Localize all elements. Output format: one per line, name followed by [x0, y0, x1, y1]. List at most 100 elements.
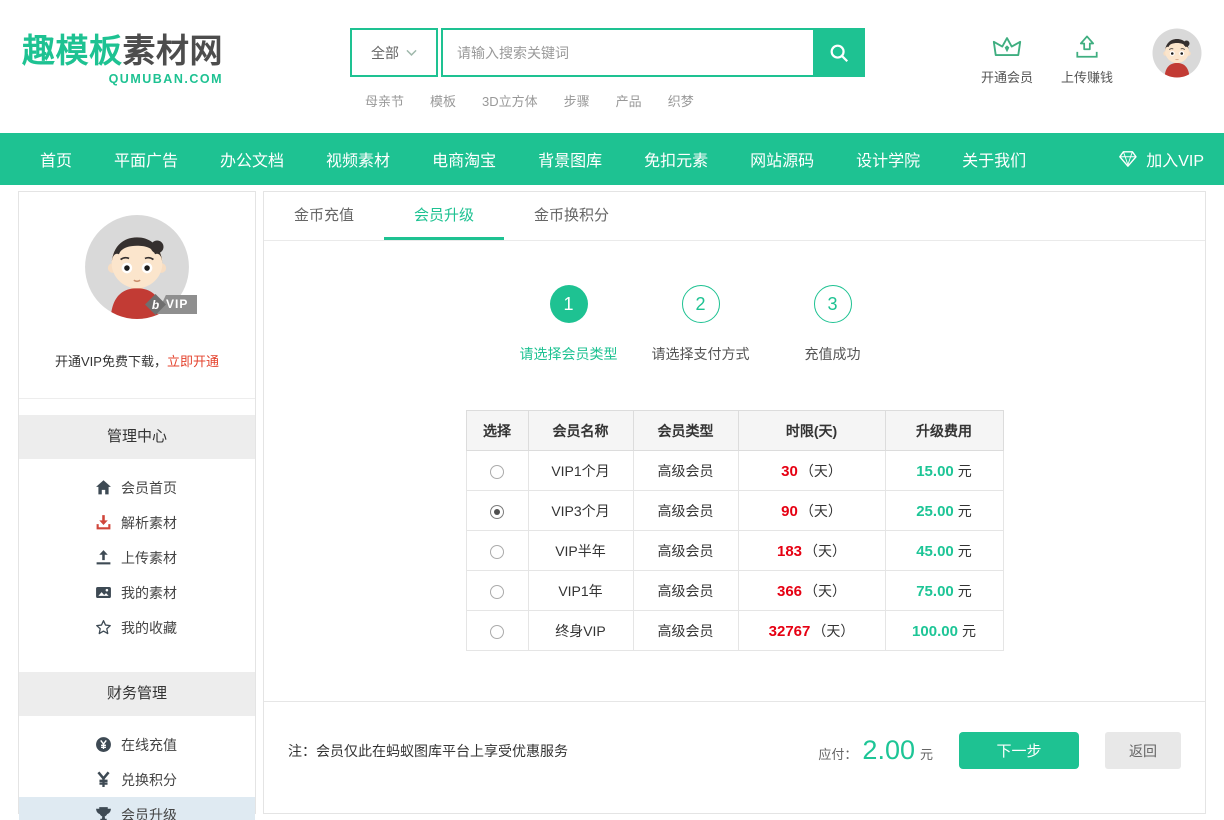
hot-keyword-link[interactable]: 3D立方体	[482, 91, 538, 110]
sidebar-item[interactable]: 我的收藏	[19, 610, 255, 645]
sidebar-avatar-box: b VIP	[19, 192, 255, 325]
sidebar-sections: 管理中心会员首页解析素材上传素材我的素材我的收藏财务管理在线充值兑换积分会员升级…	[19, 415, 255, 820]
price-cell: 45.00元	[885, 531, 1003, 571]
member-type-cell: 高级会员	[633, 491, 738, 531]
vip-note: 开通VIP免费下载，立即开通	[19, 351, 255, 399]
nav-item[interactable]: 关于我们	[962, 147, 1026, 171]
search-button[interactable]	[813, 28, 865, 77]
open-vip-now-link[interactable]: 立即开通	[167, 354, 219, 369]
days-value: 30	[781, 463, 798, 480]
service-note: 注：会员仅此在蚂蚁图库平台上享受优惠服务	[288, 741, 818, 761]
vip-table-head-row: 选择会员名称会员类型时限(天)升级费用	[466, 411, 1003, 451]
step-label: 充值成功	[767, 344, 899, 364]
steps: 1请选择会员类型2请选择支付方式3充值成功	[230, 285, 1171, 364]
user-avatar[interactable]	[1152, 28, 1202, 78]
vip-note-text: 开通VIP免费下载，	[55, 354, 167, 369]
divider	[264, 701, 1205, 702]
price-value: 75.00	[916, 583, 954, 600]
step: 3 充值成功	[767, 285, 899, 364]
member-name-cell: VIP1年	[528, 571, 633, 611]
nav-item[interactable]: 办公文档	[220, 147, 284, 171]
days-value: 366	[777, 583, 802, 600]
sidebar-item[interactable]: 我的素材	[19, 575, 255, 610]
next-step-button[interactable]: 下一步	[959, 732, 1079, 769]
search-area: 全部 母亲节 模板 3D立方体 步骤 产品 织梦	[350, 28, 865, 110]
sidebar-menu: 会员首页解析素材上传素材我的素材我的收藏	[19, 459, 255, 656]
star-icon	[95, 619, 112, 636]
tab-coin-recharge[interactable]: 金币充值	[264, 192, 384, 240]
crown-icon	[991, 30, 1023, 64]
sidebar-item-label: 兑换积分	[121, 770, 177, 790]
radio-button[interactable]	[490, 585, 504, 599]
radio-button[interactable]	[490, 545, 504, 559]
table-header-cell: 升级费用	[885, 411, 1003, 451]
sidebar-item-label: 在线充值	[121, 735, 177, 755]
open-vip-action[interactable]: 开通会员	[978, 30, 1036, 86]
sidebar-item[interactable]: 在线充值	[19, 727, 255, 762]
top-actions: 开通会员 上传赚钱	[978, 30, 1202, 86]
content-area: b VIP 开通VIP免费下载，立即开通 管理中心会员首页解析素材上传素材我的素…	[0, 185, 1224, 814]
hot-keyword-link[interactable]: 产品	[616, 91, 642, 110]
back-button[interactable]: 返回	[1105, 732, 1181, 769]
join-vip-button[interactable]: 加入VIP	[1118, 147, 1204, 171]
sidebar-item[interactable]: 兑换积分	[19, 762, 255, 797]
days-cell: 30（天）	[738, 451, 885, 491]
top-header: 趣模板素材网 QUMUBAN.COM 全部 母亲节 模板 3D立方体 步骤 产品 织梦	[0, 0, 1224, 133]
table-row: VIP1个月高级会员30（天）15.00元	[466, 451, 1003, 491]
radio-button[interactable]	[490, 625, 504, 639]
price-value: 25.00	[916, 503, 954, 520]
site-logo[interactable]: 趣模板素材网 QUMUBAN.COM	[22, 30, 223, 86]
sidebar-item-label: 解析素材	[121, 513, 177, 533]
days-value: 183	[777, 543, 802, 560]
nav-item[interactable]: 电商淘宝	[432, 147, 496, 171]
sidebar-section-title: 财务管理	[19, 672, 255, 716]
tab-member-upgrade[interactable]: 会员升级	[384, 192, 504, 240]
image-icon	[95, 584, 112, 601]
sidebar-item[interactable]: 会员首页	[19, 470, 255, 505]
home-icon	[95, 479, 112, 496]
search-category-value: 全部	[371, 43, 399, 63]
sidebar-item[interactable]: 解析素材	[19, 505, 255, 540]
upload-earn-action[interactable]: 上传赚钱	[1058, 30, 1116, 86]
step-label: 请选择支付方式	[635, 344, 767, 364]
search-input[interactable]	[441, 28, 813, 77]
main-panel: 金币充值 会员升级 金币换积分 1请选择会员类型2请选择支付方式3充值成功 选择…	[263, 191, 1206, 814]
site-logo-text: 趣模板素材网	[22, 30, 223, 71]
vip-table-body: VIP1个月高级会员30（天）15.00元VIP3个月高级会员90（天）25.0…	[466, 451, 1003, 651]
search-icon	[828, 42, 850, 64]
nav-item[interactable]: 平面广告	[114, 147, 178, 171]
search-category-select[interactable]: 全部	[350, 28, 438, 77]
nav-item[interactable]: 视频素材	[326, 147, 390, 171]
nav-item[interactable]: 首页	[40, 147, 72, 171]
hot-keyword-link[interactable]: 模板	[430, 91, 456, 110]
hot-keyword-link[interactable]: 织梦	[668, 91, 694, 110]
sidebar-item[interactable]: 上传素材	[19, 540, 255, 575]
radio-button[interactable]	[490, 465, 504, 479]
nav-item[interactable]: 设计学院	[856, 147, 920, 171]
step: 1请选择会员类型	[503, 285, 635, 364]
table-header-cell: 会员名称	[528, 411, 633, 451]
nav-item[interactable]: 背景图库	[538, 147, 602, 171]
hot-keyword-link[interactable]: 母亲节	[365, 91, 404, 110]
price-cell: 100.00元	[885, 611, 1003, 651]
tabs-bar: 金币充值 会员升级 金币换积分	[264, 192, 1205, 241]
price-unit: 元	[962, 623, 976, 639]
radio-cell	[466, 611, 528, 651]
hot-keyword-link[interactable]: 步骤	[564, 91, 590, 110]
price-unit: 元	[958, 503, 972, 519]
sidebar-menu: 在线充值兑换积分会员升级我的签到	[19, 716, 255, 820]
logo-brand: 趣模板	[22, 32, 123, 69]
table-header-cell: 时限(天)	[738, 411, 885, 451]
nav-item[interactable]: 网站源码	[750, 147, 814, 171]
sidebar-item[interactable]: 会员升级	[19, 797, 255, 820]
tab-coin-to-points[interactable]: 金币换积分	[504, 192, 639, 240]
step-number: 1	[550, 285, 588, 323]
table-header-cell: 选择	[466, 411, 528, 451]
nav-item[interactable]: 免扣元素	[644, 147, 708, 171]
coin-icon	[95, 736, 112, 753]
step-number: 3	[814, 285, 852, 323]
price-cell: 75.00元	[885, 571, 1003, 611]
radio-button[interactable]	[490, 505, 504, 519]
payable: 应付： 2.00 元	[818, 735, 933, 766]
main-nav-list: 首页 平面广告 办公文档 视频素材 电商淘宝 背景图库 免扣元素 网站源码 设计学院 关于我们	[20, 147, 1118, 171]
